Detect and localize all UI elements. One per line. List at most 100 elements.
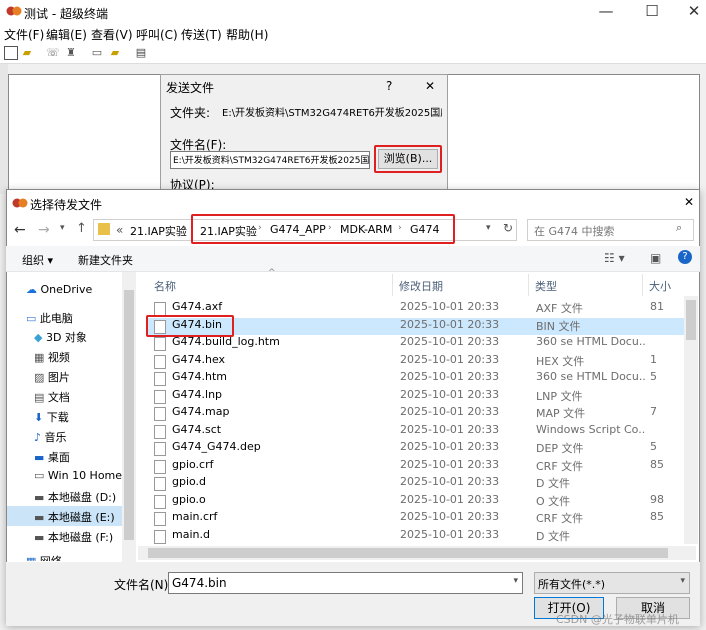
menu-edit[interactable]: 编辑(E) (46, 26, 87, 43)
file-icon (154, 529, 166, 544)
nav-item-desktop[interactable]: ▬ 桌面 (34, 449, 70, 465)
nav-item-documents[interactable]: ▤ 文档 (34, 389, 70, 405)
recent-dropdown-icon[interactable]: ▾ (60, 223, 65, 233)
call-icon[interactable]: ☏ (46, 46, 60, 60)
file-type: D 文件 (536, 477, 570, 490)
file-icon (154, 477, 166, 491)
breadcrumb-item[interactable]: 21.IAP实验 (130, 223, 187, 239)
file-row[interactable]: main.crf 2025-10-01 20:33 CRF 文件 85 (146, 510, 684, 527)
hscroll-thumb[interactable] (148, 548, 668, 558)
file-date: 2025-10-01 20:33 (400, 510, 500, 523)
file-name: G474.axf (172, 300, 223, 313)
send-dialog-close-button[interactable]: ✕ (425, 79, 435, 93)
file-date: 2025-10-01 20:33 (400, 492, 500, 506)
file-date: 2025-10-01 20:33 (400, 422, 500, 436)
properties-icon[interactable]: ▤ (134, 46, 148, 60)
nav-item-win10[interactable]: ▭ Win 10 Home › (34, 469, 130, 482)
send-icon[interactable]: ▭ (90, 46, 104, 60)
file-row[interactable]: G474.map 2025-10-01 20:33 MAP 文件 7 (146, 405, 684, 422)
column-date[interactable]: 修改日期 (399, 278, 443, 294)
chevron-down-icon[interactable]: ▾ (680, 576, 685, 586)
file-type: AXF 文件 (536, 302, 583, 315)
file-icon (154, 354, 166, 369)
file-row[interactable]: gpio.crf 2025-10-01 20:33 CRF 文件 85 (146, 458, 684, 475)
breadcrumb-item[interactable]: MDK-ARM (340, 223, 392, 236)
nav-label: 本地磁盘 (F:) (47, 531, 114, 544)
file-row[interactable]: G474.htm 2025-10-01 20:33 360 se HTML Docu… (146, 370, 684, 387)
nav-item-3d[interactable]: ◆ 3D 对象 (34, 329, 87, 345)
open-folder-icon[interactable]: ▰ (20, 46, 34, 60)
nav-item-this-pc[interactable]: ▭ 此电脑 (26, 310, 73, 326)
chevron-down-icon[interactable]: ▾ (513, 576, 518, 586)
menu-help[interactable]: 帮助(H) (226, 26, 268, 43)
nav-scroll-thumb[interactable] (124, 290, 134, 540)
help-icon[interactable]: ? (678, 250, 692, 264)
menu-call[interactable]: 呼叫(C) (136, 26, 178, 43)
filename-value: E:\开发板资料\STM32G474RET6开发板2025国庆 (173, 156, 370, 166)
file-dialog-close-button[interactable]: ✕ (684, 195, 694, 209)
folder-label: 文件夹: (170, 106, 211, 120)
filename-field[interactable]: E:\开发板资料\STM32G474RET6开发板2025国庆 (170, 151, 370, 169)
receive-icon[interactable]: ▰ (108, 46, 122, 60)
document-icon: ▤ (34, 391, 45, 404)
menu-file[interactable]: 文件(F) (4, 26, 44, 43)
column-size[interactable]: 大小 (649, 278, 671, 294)
new-icon[interactable] (4, 46, 18, 60)
nav-item-network[interactable]: ▦ 网络 (26, 553, 62, 561)
menu-transfer[interactable]: 传送(T) (181, 26, 222, 43)
menu-view[interactable]: 查看(V) (91, 26, 133, 43)
file-name: G474_G474.dep (172, 440, 261, 453)
filename-combo[interactable]: G474.bin ▾ (168, 572, 523, 594)
refresh-icon[interactable]: ↻ (503, 221, 513, 235)
file-date: 2025-10-01 20:33 (400, 457, 500, 471)
file-row[interactable]: G474_G474.dep 2025-10-01 20:33 DEP 文件 5 (146, 440, 684, 457)
file-type: 360 se HTML Docu... (536, 370, 646, 383)
breadcrumb-item[interactable]: 21.IAP实验 (200, 223, 257, 239)
file-row[interactable]: gpio.d 2025-10-01 20:33 D 文件 (146, 475, 684, 492)
column-name[interactable]: 名称 (154, 278, 176, 294)
browse-button[interactable]: 浏览(B)... (378, 149, 438, 169)
new-folder-button[interactable]: 新建文件夹 (78, 252, 133, 268)
file-row[interactable]: gpio.o 2025-10-01 20:33 O 文件 98 (146, 493, 684, 510)
file-row[interactable]: G474.sct 2025-10-01 20:33 Windows Script C… (146, 423, 684, 440)
file-type: D 文件 (536, 529, 570, 543)
nav-item-drive-d[interactable]: ▬ 本地磁盘 (D:) (34, 489, 116, 505)
search-icon[interactable]: ⌕ (676, 221, 682, 235)
file-date: 2025-10-01 20:33 (400, 352, 500, 366)
cloud-icon: ☁ (26, 283, 37, 296)
breadcrumb-item[interactable]: G474_APP (270, 223, 326, 236)
file-dialog-title: 选择待发文件 (30, 198, 103, 212)
disconnect-icon[interactable]: ♜ (64, 46, 78, 60)
nav-label: 本地磁盘 (D:) (47, 491, 117, 504)
file-row[interactable]: G474.hex 2025-10-01 20:33 HEX 文件 1 (146, 353, 684, 370)
nav-item-onedrive[interactable]: ☁ OneDrive (26, 283, 92, 296)
nav-item-videos[interactable]: ▦ 视频 (34, 349, 70, 365)
file-type-filter[interactable]: 所有文件(*.*) ▾ (534, 572, 690, 594)
help-button[interactable]: ? (386, 79, 392, 93)
maximize-button[interactable]: ☐ (640, 2, 664, 22)
preview-pane-icon[interactable]: ▣ (650, 251, 661, 265)
file-row[interactable]: G474.lnp 2025-10-01 20:33 LNP 文件 (146, 388, 684, 405)
column-type[interactable]: 类型 (535, 278, 557, 294)
breadcrumb-item[interactable]: G474 (410, 223, 440, 236)
minimize-button[interactable]: — (594, 2, 618, 22)
drive-icon: ▬ (34, 511, 45, 524)
back-icon[interactable]: ← (14, 222, 26, 238)
nav-item-downloads[interactable]: ⬇ 下载 (34, 409, 69, 425)
nav-item-drive-e[interactable]: ▬ 本地磁盘 (E:) (34, 509, 115, 525)
view-options-icon[interactable]: ☷ ▾ (604, 251, 625, 265)
file-scroll-thumb[interactable] (686, 300, 696, 340)
nav-item-pictures[interactable]: ▨ 图片 (34, 369, 70, 385)
forward-icon[interactable]: → (38, 222, 50, 238)
organize-button[interactable]: 组织 ▾ (22, 252, 53, 268)
file-row[interactable]: G474.build_log.htm 2025-10-01 20:33 360 se… (146, 335, 684, 352)
file-name: G474.lnp (172, 387, 223, 401)
address-dropdown-icon[interactable]: ▾ (486, 223, 491, 233)
file-row[interactable]: main.d 2025-10-01 20:33 D 文件 (146, 528, 684, 545)
close-button[interactable]: ✕ (682, 2, 706, 22)
file-name: main.crf (172, 510, 218, 523)
nav-item-drive-f[interactable]: ▬ 本地磁盘 (F:) (34, 529, 113, 545)
up-icon[interactable]: ↑ (76, 221, 87, 236)
file-date: 2025-10-01 20:33 (400, 335, 500, 348)
nav-item-music[interactable]: ♪ 音乐 (34, 429, 67, 445)
